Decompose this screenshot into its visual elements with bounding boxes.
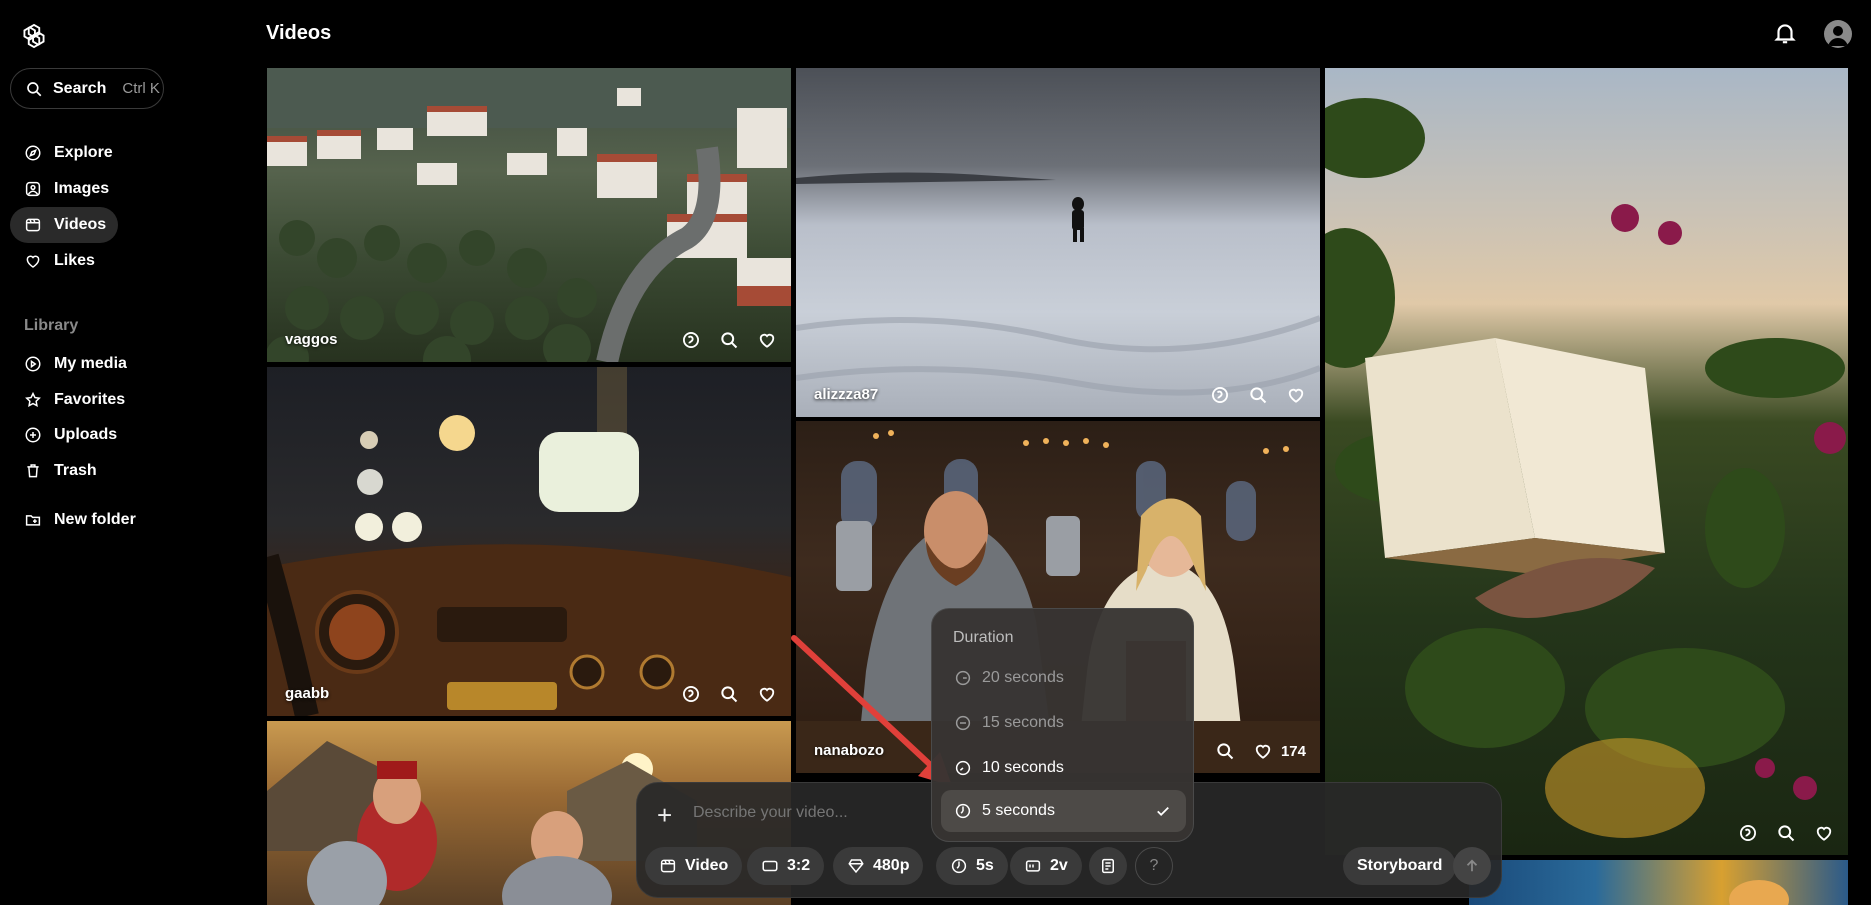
document-icon xyxy=(1102,858,1114,874)
clock-icon xyxy=(951,858,967,874)
presets-button[interactable] xyxy=(1089,847,1127,885)
storyboard-button[interactable]: Storyboard xyxy=(1343,847,1457,885)
aspect-ratio-selector[interactable]: 3:2 xyxy=(747,847,825,885)
option-label: 10 seconds xyxy=(982,759,1064,776)
arrow-up-icon xyxy=(1466,859,1478,872)
duration-option-20s[interactable]: 20 seconds xyxy=(941,657,1186,699)
option-label: 5 seconds xyxy=(982,802,1055,819)
clock-icon xyxy=(955,803,971,819)
variations-selector[interactable]: 2v xyxy=(1010,847,1082,885)
clock-icon xyxy=(955,760,971,776)
clock-icon xyxy=(955,670,971,686)
dropdown-title: Duration xyxy=(953,629,1014,646)
duration-dropdown: Duration 20 seconds 15 seconds 10 second… xyxy=(931,608,1194,842)
duration-option-5s[interactable]: 5 seconds xyxy=(941,790,1186,832)
submit-button[interactable] xyxy=(1453,847,1491,885)
aspect-ratio-icon xyxy=(762,860,778,872)
help-button[interactable]: ? xyxy=(1135,847,1173,885)
option-label: 15 seconds xyxy=(982,714,1064,731)
checkmark-icon xyxy=(1157,806,1169,817)
duration-option-15s[interactable]: 15 seconds xyxy=(941,702,1186,744)
resolution-selector[interactable]: 480p xyxy=(833,847,924,885)
variations-label: 2v xyxy=(1050,857,1068,874)
aspect-ratio-label: 3:2 xyxy=(787,857,811,874)
diamond-icon xyxy=(848,859,864,874)
video-icon xyxy=(660,859,676,873)
option-label: 20 seconds xyxy=(982,669,1064,686)
type-selector[interactable]: Video xyxy=(645,847,743,885)
duration-label: 5s xyxy=(976,857,994,874)
variations-icon xyxy=(1025,860,1041,872)
duration-option-10s[interactable]: 10 seconds xyxy=(941,747,1186,789)
duration-selector[interactable]: 5s xyxy=(936,847,1008,885)
clock-icon xyxy=(955,715,971,731)
storyboard-label: Storyboard xyxy=(1357,857,1443,874)
resolution-label: 480p xyxy=(873,857,910,874)
add-attachment-button[interactable]: + xyxy=(657,802,672,828)
type-label: Video xyxy=(685,857,729,874)
